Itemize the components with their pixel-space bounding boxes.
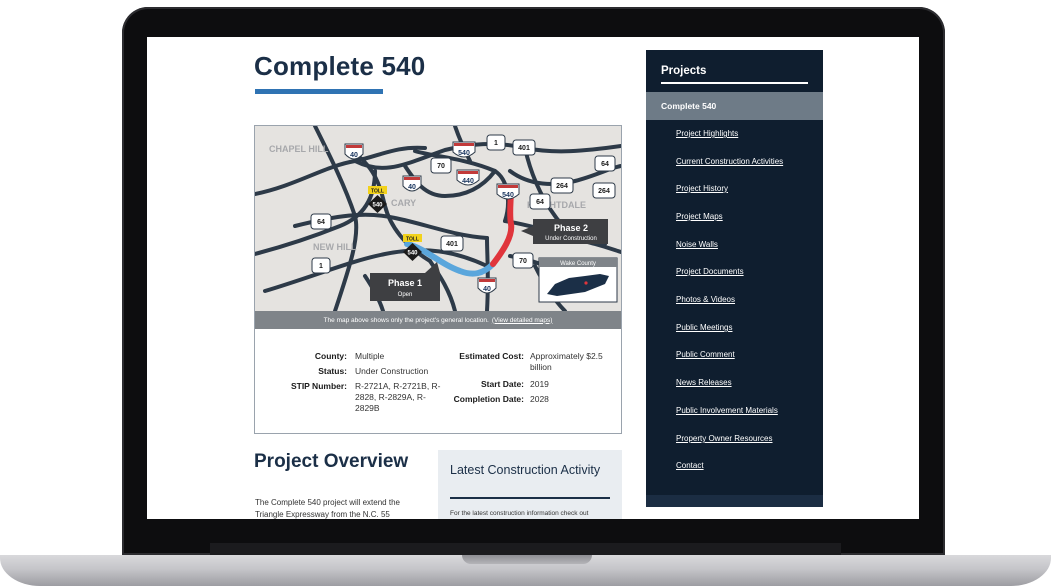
shield-i40-b: 40 (408, 184, 416, 191)
stip-value-line-2: 2828, R-2829A, R- (355, 392, 426, 402)
sidebar-item-public-involvement-materials[interactable]: Public Involvement Materials (676, 406, 778, 415)
latest-activity-box: Latest Construction Activity For the lat… (438, 450, 622, 519)
overview-line-2: Triangle Expressway from the N.C. 55 (255, 510, 390, 519)
shield-us70-a: 70 (437, 163, 445, 170)
latest-activity-text: For the latest construction information … (450, 510, 589, 517)
latest-activity-heading: Latest Construction Activity (450, 463, 601, 477)
toll-shield-a: 540 (372, 203, 383, 209)
toll-label-a: TOLL (371, 189, 384, 195)
project-overview-heading: Project Overview (254, 451, 409, 472)
cost-value: Approximately $2.5 billion (530, 351, 620, 373)
project-map-card: CHAPEL HILL CARY NEW HILL KNIGHTDALE 40 (254, 125, 622, 434)
sidebar-item-public-meetings[interactable]: Public Meetings (676, 323, 732, 332)
sidebar-item-project-history[interactable]: Project History (676, 184, 728, 193)
sidebar-heading-rule (661, 82, 808, 84)
status-label: Status: (318, 366, 347, 376)
shield-us64-c: 64 (317, 219, 325, 226)
shield-us264-a: 264 (556, 183, 568, 190)
view-detailed-maps-link[interactable]: (View detailed maps) (492, 317, 553, 324)
shield-i40-c: 40 (483, 286, 491, 293)
sidebar-item-noise-walls[interactable]: Noise Walls (676, 240, 718, 249)
phase1-title: Phase 1 (388, 278, 422, 288)
sidebar-heading: Projects (661, 65, 707, 77)
shield-i40-a: 40 (350, 152, 358, 159)
start-date-label: Start Date: (481, 379, 524, 389)
sidebar-item-project-documents[interactable]: Project Documents (676, 267, 744, 276)
inset-title: Wake County (560, 261, 596, 267)
latest-activity-rule (450, 497, 610, 499)
sidebar-item-public-comment[interactable]: Public Comment (676, 350, 735, 359)
map-caption-text: The map above shows only the project's g… (323, 316, 489, 324)
shield-i540-a: 540 (458, 150, 470, 157)
shield-us64-a: 64 (601, 161, 609, 168)
place-label-chapel-hill: CHAPEL HILL (269, 144, 329, 154)
cost-value-line-2: billion (530, 362, 552, 372)
sidebar-item-project-maps[interactable]: Project Maps (676, 212, 723, 221)
phase1-status: Open (398, 292, 413, 298)
sidebar-item-project-highlights[interactable]: Project Highlights (676, 129, 738, 138)
stip-value-line-3: 2829B (355, 403, 380, 413)
phase1-callout: Phase 1 Open (370, 262, 440, 301)
project-map[interactable]: CHAPEL HILL CARY NEW HILL KNIGHTDALE 40 (255, 126, 621, 311)
sidebar-item-contact[interactable]: Contact (676, 461, 704, 470)
sidebar-item-photos-videos[interactable]: Photos & Videos (676, 295, 735, 304)
phase2-callout: Phase 2 Under Construction (521, 219, 608, 244)
page-title: Complete 540 (254, 51, 426, 81)
shield-us1-a: 1 (494, 140, 498, 147)
shield-us264-b: 264 (598, 188, 610, 195)
sidebar-item-current-construction-activities[interactable]: Current Construction Activities (676, 157, 783, 166)
phase2-status: Under Construction (545, 236, 597, 242)
shield-us70-b: 70 (519, 258, 527, 265)
wake-county-marker (584, 281, 588, 285)
sidebar-item-complete-540[interactable]: Complete 540 (646, 92, 823, 120)
completion-date-value: 2028 (530, 394, 549, 404)
toll-shield-b: 540 (407, 251, 418, 257)
place-label-new-hill: NEW HILL (313, 242, 357, 252)
overview-line-1: The Complete 540 project will extend the (255, 498, 400, 507)
county-value: Multiple (355, 351, 385, 361)
sidebar-footer-band (646, 495, 823, 507)
cost-value-line-1: Approximately $2.5 (530, 351, 603, 361)
laptop-screen: Complete 540 CHAPEL HILL CARY NEW HILL K… (147, 37, 919, 519)
sidebar-item-property-owner-resources[interactable]: Property Owner Resources (676, 434, 772, 443)
projects-sidebar: Projects Complete 540 Project Highlights… (646, 50, 823, 507)
stip-value-line-1: R-2721A, R-2721B, R- (355, 381, 441, 391)
phase2-title: Phase 2 (554, 223, 588, 233)
sidebar-item-news-releases[interactable]: News Releases (676, 378, 732, 387)
project-facts: County: Multiple Status: Under Construct… (255, 339, 621, 429)
laptop-hinge (210, 543, 841, 555)
status-value: Under Construction (355, 366, 429, 376)
start-date-value: 2019 (530, 379, 549, 389)
shield-us401-b: 401 (446, 241, 458, 248)
shield-us401-a: 401 (518, 145, 530, 152)
map-graphic: CHAPEL HILL CARY NEW HILL KNIGHTDALE 40 (255, 126, 621, 311)
wake-county-inset: Wake County (538, 257, 618, 303)
stip-label: STIP Number: (290, 381, 347, 391)
cost-label: Estimated Cost: (459, 351, 524, 361)
map-caption: The map above shows only the project's g… (255, 311, 621, 329)
completion-date-label: Completion Date: (453, 394, 524, 404)
shield-us1-b: 1 (319, 263, 323, 270)
shield-i540-b: 540 (502, 192, 514, 199)
shield-us64-b: 64 (536, 199, 544, 206)
shield-i440: 440 (462, 178, 474, 185)
county-label: County: (314, 351, 347, 361)
title-underline (255, 89, 383, 94)
laptop-notch (462, 555, 592, 564)
toll-label-b: TOLL (406, 237, 419, 243)
stip-value: R-2721A, R-2721B, R- 2828, R-2829A, R- 2… (355, 381, 445, 414)
place-label-cary: CARY (391, 198, 416, 208)
project-overview-text: The Complete 540 project will extend the… (255, 497, 425, 519)
